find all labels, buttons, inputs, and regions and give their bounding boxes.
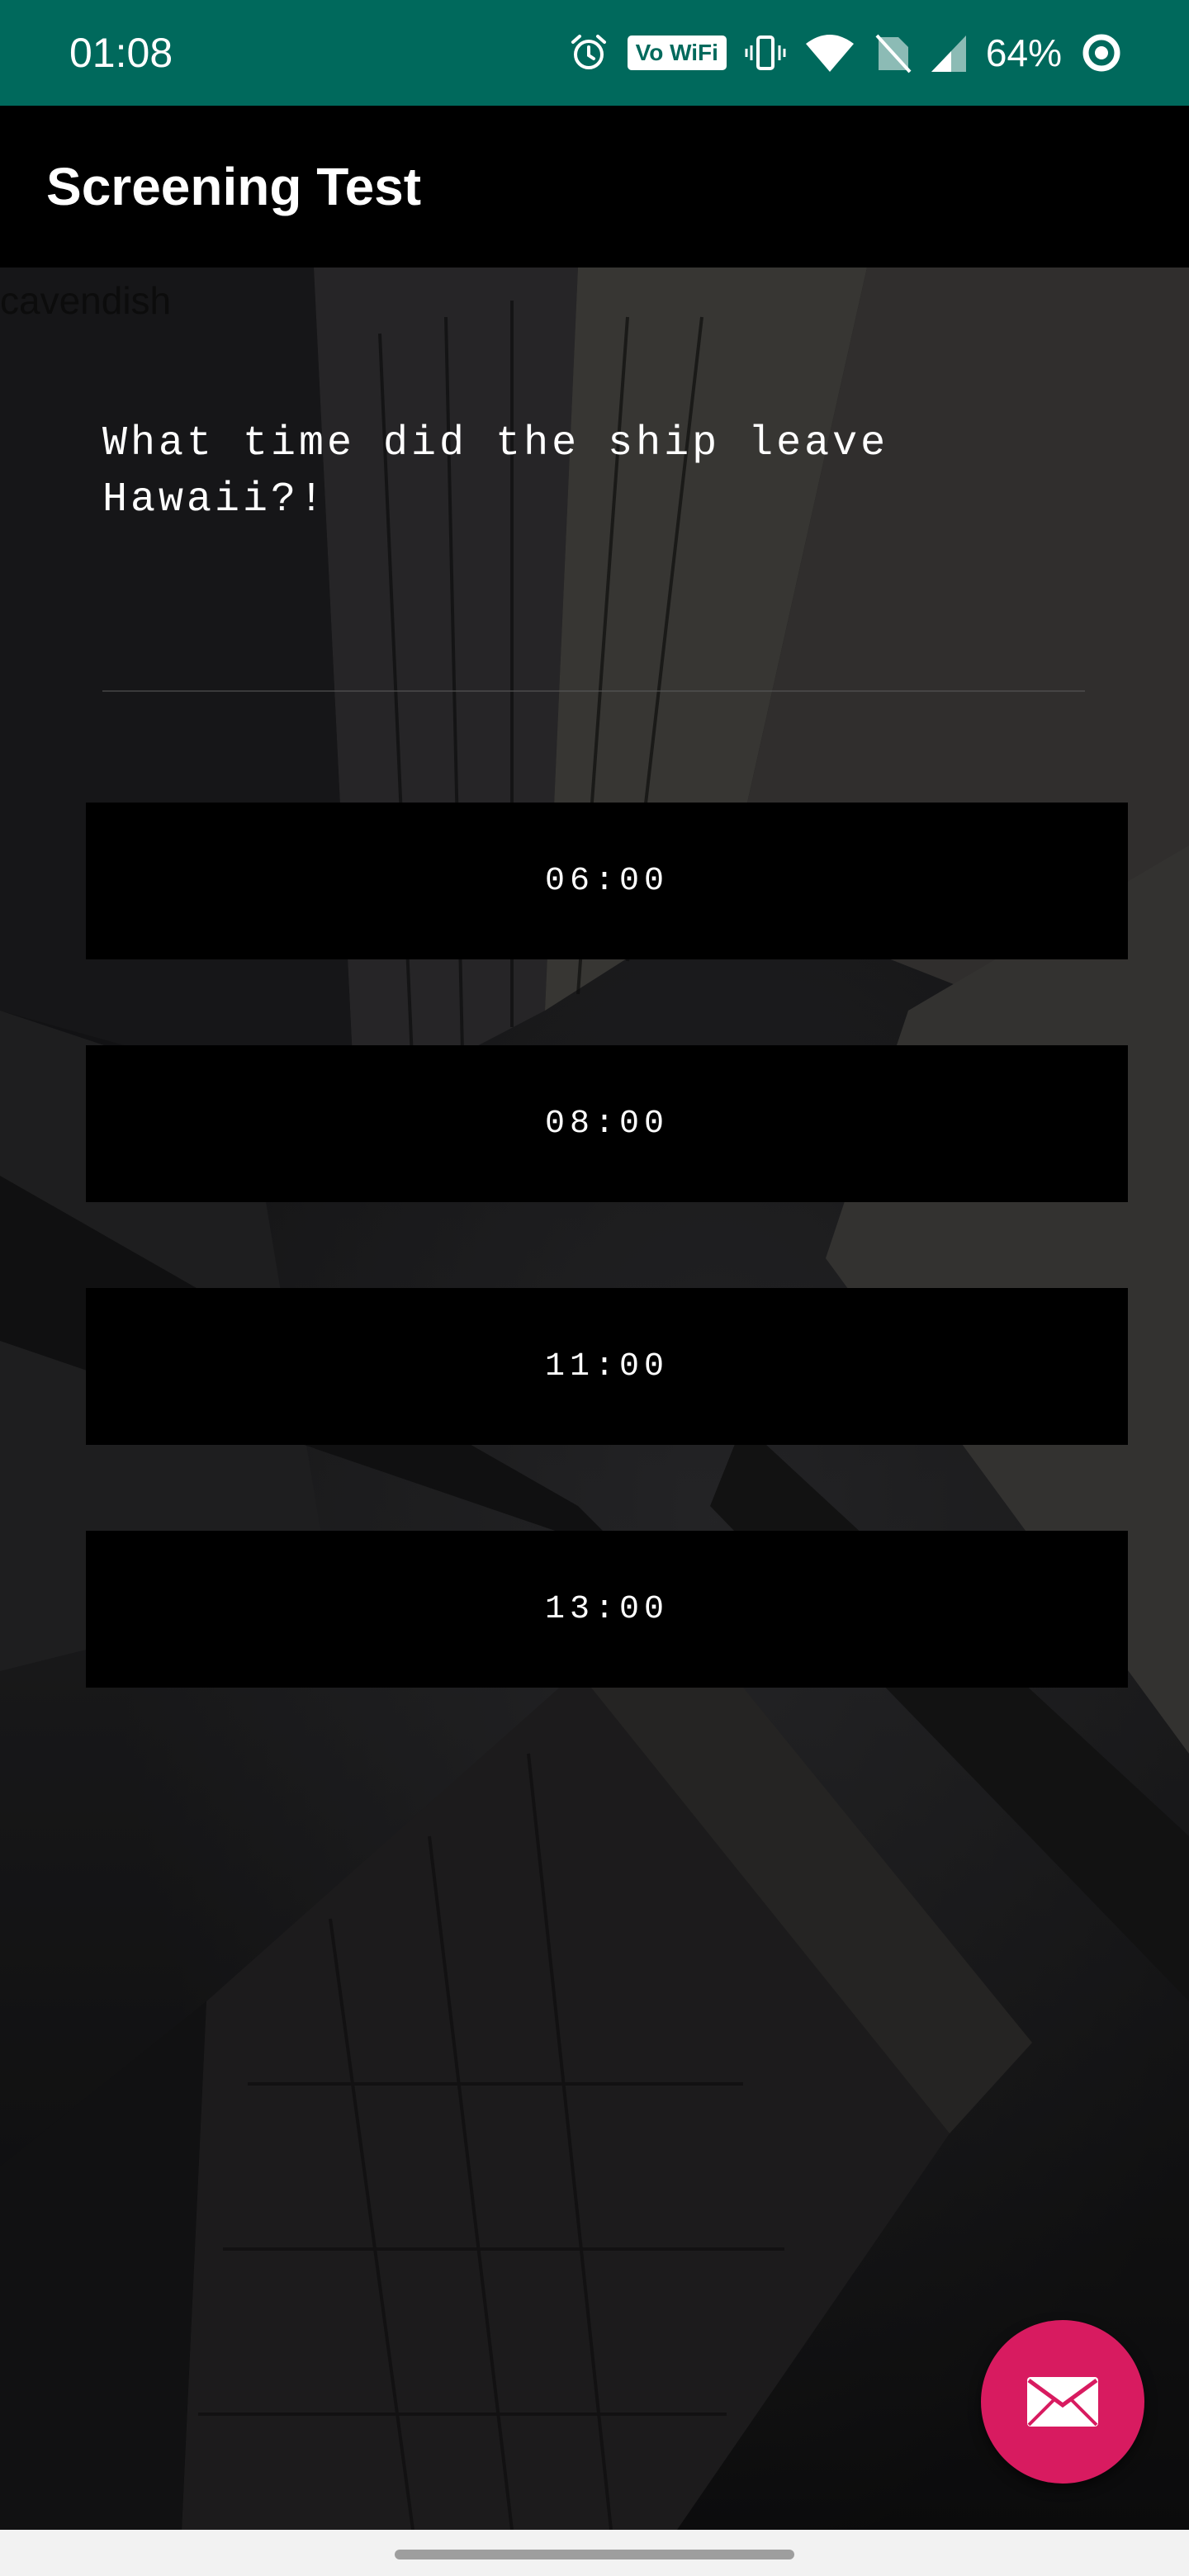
battery-ring-icon [1082,34,1120,72]
status-icons: Vo WiFi 64% [568,28,1123,78]
app-bar: Screening Test [0,106,1189,268]
divider [102,690,1085,692]
answer-option-2[interactable]: 08:00 [86,1045,1128,1202]
status-time: 01:08 [69,30,173,76]
ghost-label: cavendish [0,279,172,322]
question-text: What time did the ship leave Hawaii?! [102,420,889,523]
wifi-icon [805,35,854,72]
email-icon [1027,2377,1098,2427]
email-fab-button[interactable] [981,2320,1144,2484]
answer-option-3[interactable]: 11:00 [86,1288,1128,1445]
answer-option-1[interactable]: 06:00 [86,803,1128,959]
vibrate-icon [745,36,786,70]
navigation-bar [0,2530,1189,2576]
alarm-icon [571,35,606,69]
app-title: Screening Test [46,157,422,216]
answer-option-4[interactable]: 13:00 [86,1531,1128,1688]
cell-signal-icon [931,36,966,72]
vowifi-badge: Vo WiFi [627,36,727,70]
question-screen: cavendish What time did the ship leave H… [0,268,1189,2530]
status-bar: 01:08 Vo WiFi 64% [0,0,1189,106]
battery-percent: 64% [985,31,1062,74]
no-sim-icon [875,34,912,73]
home-gesture-handle[interactable] [395,2550,794,2559]
